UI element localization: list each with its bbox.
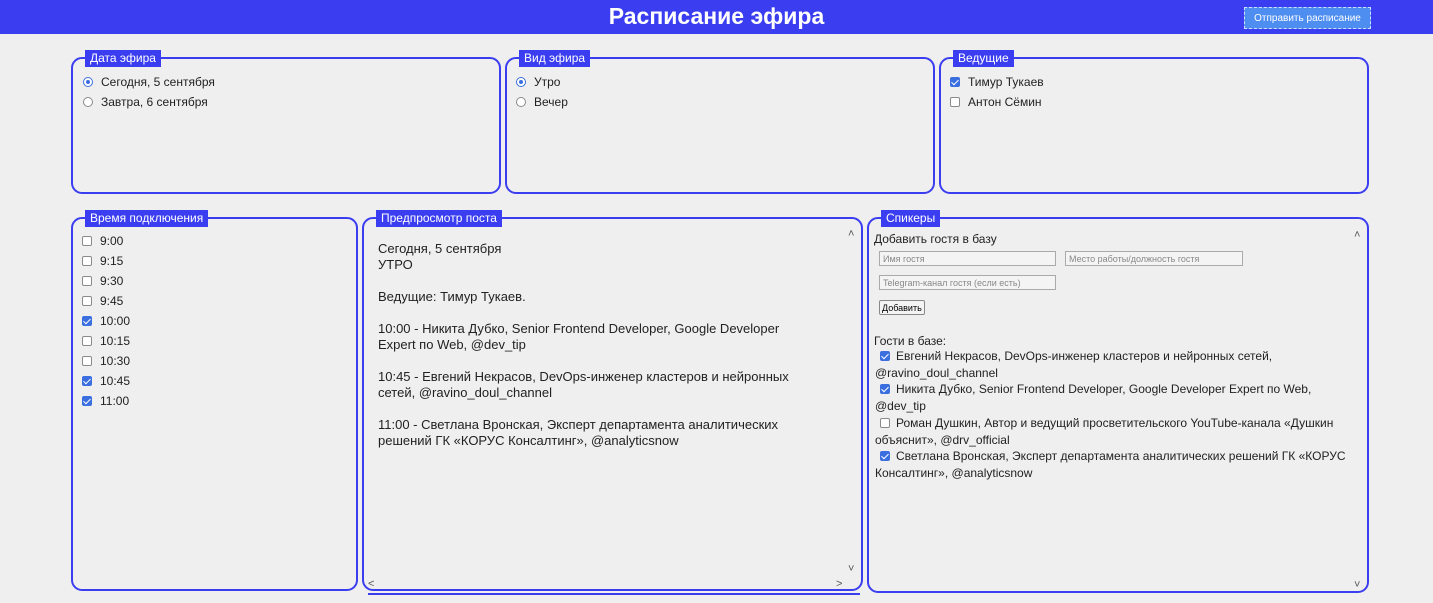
scroll-right-icon[interactable]: ˃ [836,579,842,590]
time-checkbox[interactable] [82,276,92,286]
time-checkbox[interactable] [82,296,92,306]
time-checkbox[interactable] [82,396,92,406]
guest-checkbox[interactable] [880,384,890,394]
time-slot[interactable]: 9:45 [82,294,123,308]
time-checkbox[interactable] [82,336,92,346]
time-slot[interactable]: 10:00 [82,314,130,328]
hosts-panel-legend: Ведущие [953,50,1014,67]
scroll-down-icon[interactable]: ˅ [848,564,854,575]
time-label: 9:45 [100,294,124,308]
time-label: 9:00 [100,234,124,248]
time-panel-legend: Время подключения [85,210,209,227]
add-guest-title: Добавить гостя в базу [874,232,997,246]
date-option-tomorrow[interactable]: Завтра, 6 сентября [83,95,208,109]
date-option-label: Завтра, 6 сентября [101,95,208,109]
scroll-down-icon[interactable]: ˅ [1354,580,1360,591]
guest-item[interactable]: Роман Душкин, Автор и ведущий просветите… [875,415,1355,449]
time-slot[interactable]: 10:15 [82,334,130,348]
type-option-evening[interactable]: Вечер [516,95,568,109]
checkbox-anton[interactable] [950,97,960,107]
type-panel: Вид эфира Утро Вечер [505,50,935,194]
guest-checkbox[interactable] [880,351,890,361]
time-slot[interactable]: 9:15 [82,254,123,268]
guests-title: Гости в базе: [874,334,947,348]
time-label: 10:00 [100,314,131,328]
speakers-panel[interactable]: Спикеры Добавить гостя в базу Добавить Г… [867,210,1369,593]
time-checkbox[interactable] [82,256,92,266]
hosts-panel: Ведущие Тимур Тукаев Антон Сёмин [939,50,1369,194]
guest-telegram-input[interactable] [879,275,1056,290]
time-checkbox[interactable] [82,356,92,366]
radio-morning[interactable] [516,77,526,87]
guest-item[interactable]: Никита Дубко, Senior Frontend Developer,… [875,381,1355,415]
host-option-timur[interactable]: Тимур Тукаев [950,75,1044,89]
guest-checkbox[interactable] [880,451,890,461]
type-option-label: Утро [534,75,561,89]
time-slot[interactable]: 11:00 [82,394,129,408]
preview-panel-legend: Предпросмотр поста [376,210,502,227]
type-option-label: Вечер [534,95,568,109]
host-option-anton[interactable]: Антон Сёмин [950,95,1042,109]
scroll-up-icon[interactable]: ˄ [1354,230,1360,241]
time-label: 10:30 [100,354,131,368]
time-checkbox[interactable] [82,316,92,326]
date-panel: Дата эфира Сегодня, 5 сентября Завтра, 6… [71,50,501,194]
preview-panel[interactable]: Предпросмотр поста Сегодня, 5 сентября У… [362,210,863,591]
speakers-panel-legend: Спикеры [881,210,941,227]
time-label: 9:15 [100,254,124,268]
time-checkbox[interactable] [82,376,92,386]
preview-scrollbar-track [368,593,860,595]
guest-text: Светлана Вронская, Эксперт департамента … [875,449,1346,480]
post-preview-text: Сегодня, 5 сентября УТРО Ведущие: Тимур … [378,241,789,448]
guest-text: Евгений Некрасов, DevOps-инженер кластер… [875,349,1273,380]
radio-tomorrow[interactable] [83,97,93,107]
time-label: 11:00 [100,394,130,408]
guest-item[interactable]: Евгений Некрасов, DevOps-инженер кластер… [875,348,1355,382]
time-slot[interactable]: 10:45 [82,374,130,388]
time-checkbox[interactable] [82,236,92,246]
date-option-label: Сегодня, 5 сентября [101,75,215,89]
app-header: Расписание эфира Отправить расписание [0,0,1433,34]
guest-item[interactable]: Светлана Вронская, Эксперт департамента … [875,448,1355,482]
date-option-today[interactable]: Сегодня, 5 сентября [83,75,215,89]
date-panel-legend: Дата эфира [85,50,161,67]
add-guest-button[interactable]: Добавить [879,300,925,315]
time-label: 10:45 [100,374,131,388]
radio-evening[interactable] [516,97,526,107]
scroll-up-icon[interactable]: ˄ [848,229,854,240]
type-option-morning[interactable]: Утро [516,75,560,89]
scroll-left-icon[interactable]: ˂ [368,579,374,590]
guest-name-input[interactable] [879,251,1056,266]
time-label: 10:15 [100,334,131,348]
host-option-label: Антон Сёмин [968,95,1042,109]
page-title: Расписание эфира [608,3,825,29]
time-slot[interactable]: 10:30 [82,354,130,368]
host-option-label: Тимур Тукаев [968,75,1044,89]
time-panel: Время подключения 9:00 9:15 9:30 9:45 10… [71,210,358,591]
guest-job-input[interactable] [1065,251,1243,266]
guest-checkbox[interactable] [880,418,890,428]
type-panel-legend: Вид эфира [519,50,591,67]
radio-today[interactable] [83,77,93,87]
time-slot[interactable]: 9:00 [82,234,123,248]
time-slot[interactable]: 9:30 [82,274,123,288]
guest-text: Никита Дубко, Senior Frontend Developer,… [875,382,1312,413]
time-label: 9:30 [100,274,124,288]
checkbox-timur[interactable] [950,77,960,87]
send-schedule-button[interactable]: Отправить расписание [1244,7,1371,29]
guest-text: Роман Душкин, Автор и ведущий просветите… [875,416,1334,447]
